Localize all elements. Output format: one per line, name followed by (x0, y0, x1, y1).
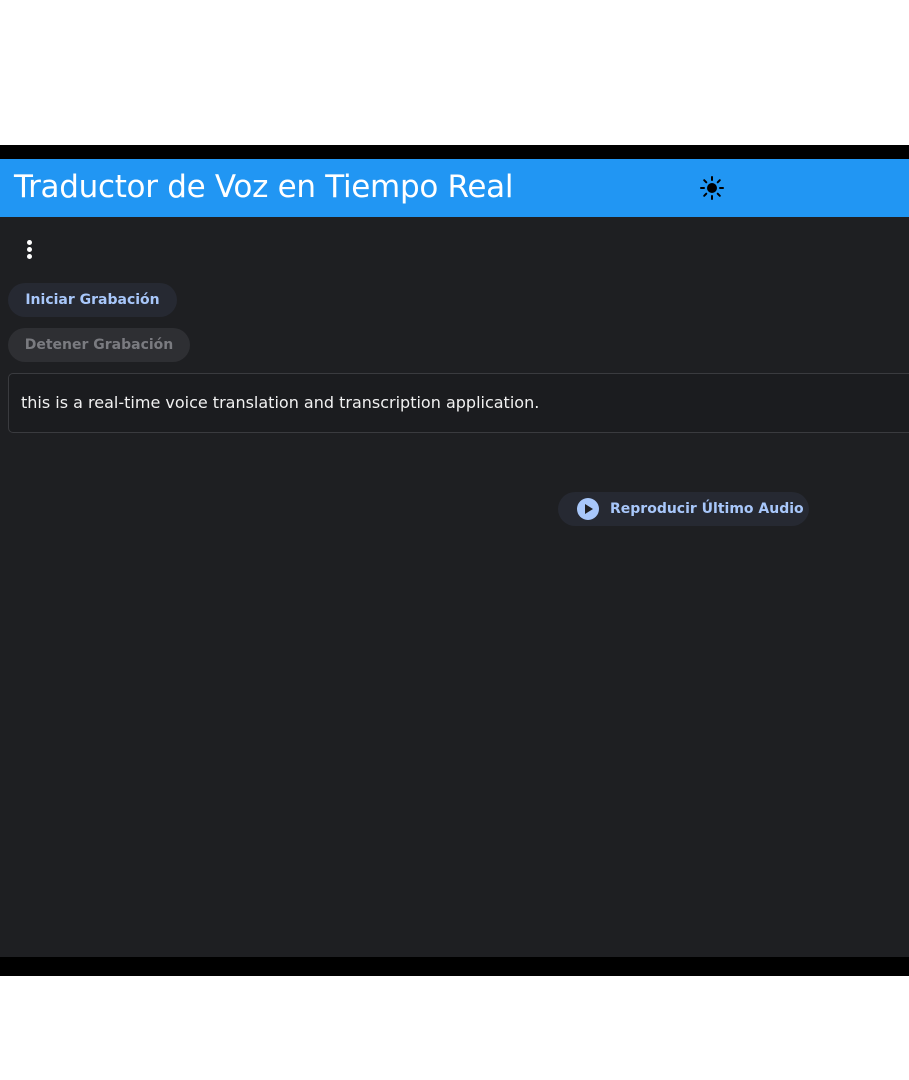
menu-dot (27, 254, 32, 259)
stop-recording-button[interactable]: Detener Grabación (8, 328, 190, 362)
app-title: Traductor de Voz en Tiempo Real (14, 169, 514, 205)
menu-dot (27, 247, 32, 252)
play-last-audio-label: Reproducir Último Audio (610, 501, 804, 517)
play-circle-icon (577, 498, 599, 520)
menu-dot (27, 240, 32, 245)
start-recording-button[interactable]: Iniciar Grabación (8, 283, 177, 317)
top-margin (0, 0, 909, 145)
sun-icon[interactable] (699, 175, 725, 201)
more-vertical-icon[interactable] (17, 236, 43, 264)
play-last-audio-button[interactable]: Reproducir Último Audio (558, 492, 809, 526)
transcript-box[interactable]: this is a real-time voice translation an… (8, 373, 909, 433)
transcript-text: this is a real-time voice translation an… (21, 393, 540, 412)
bottom-margin (0, 976, 909, 1080)
